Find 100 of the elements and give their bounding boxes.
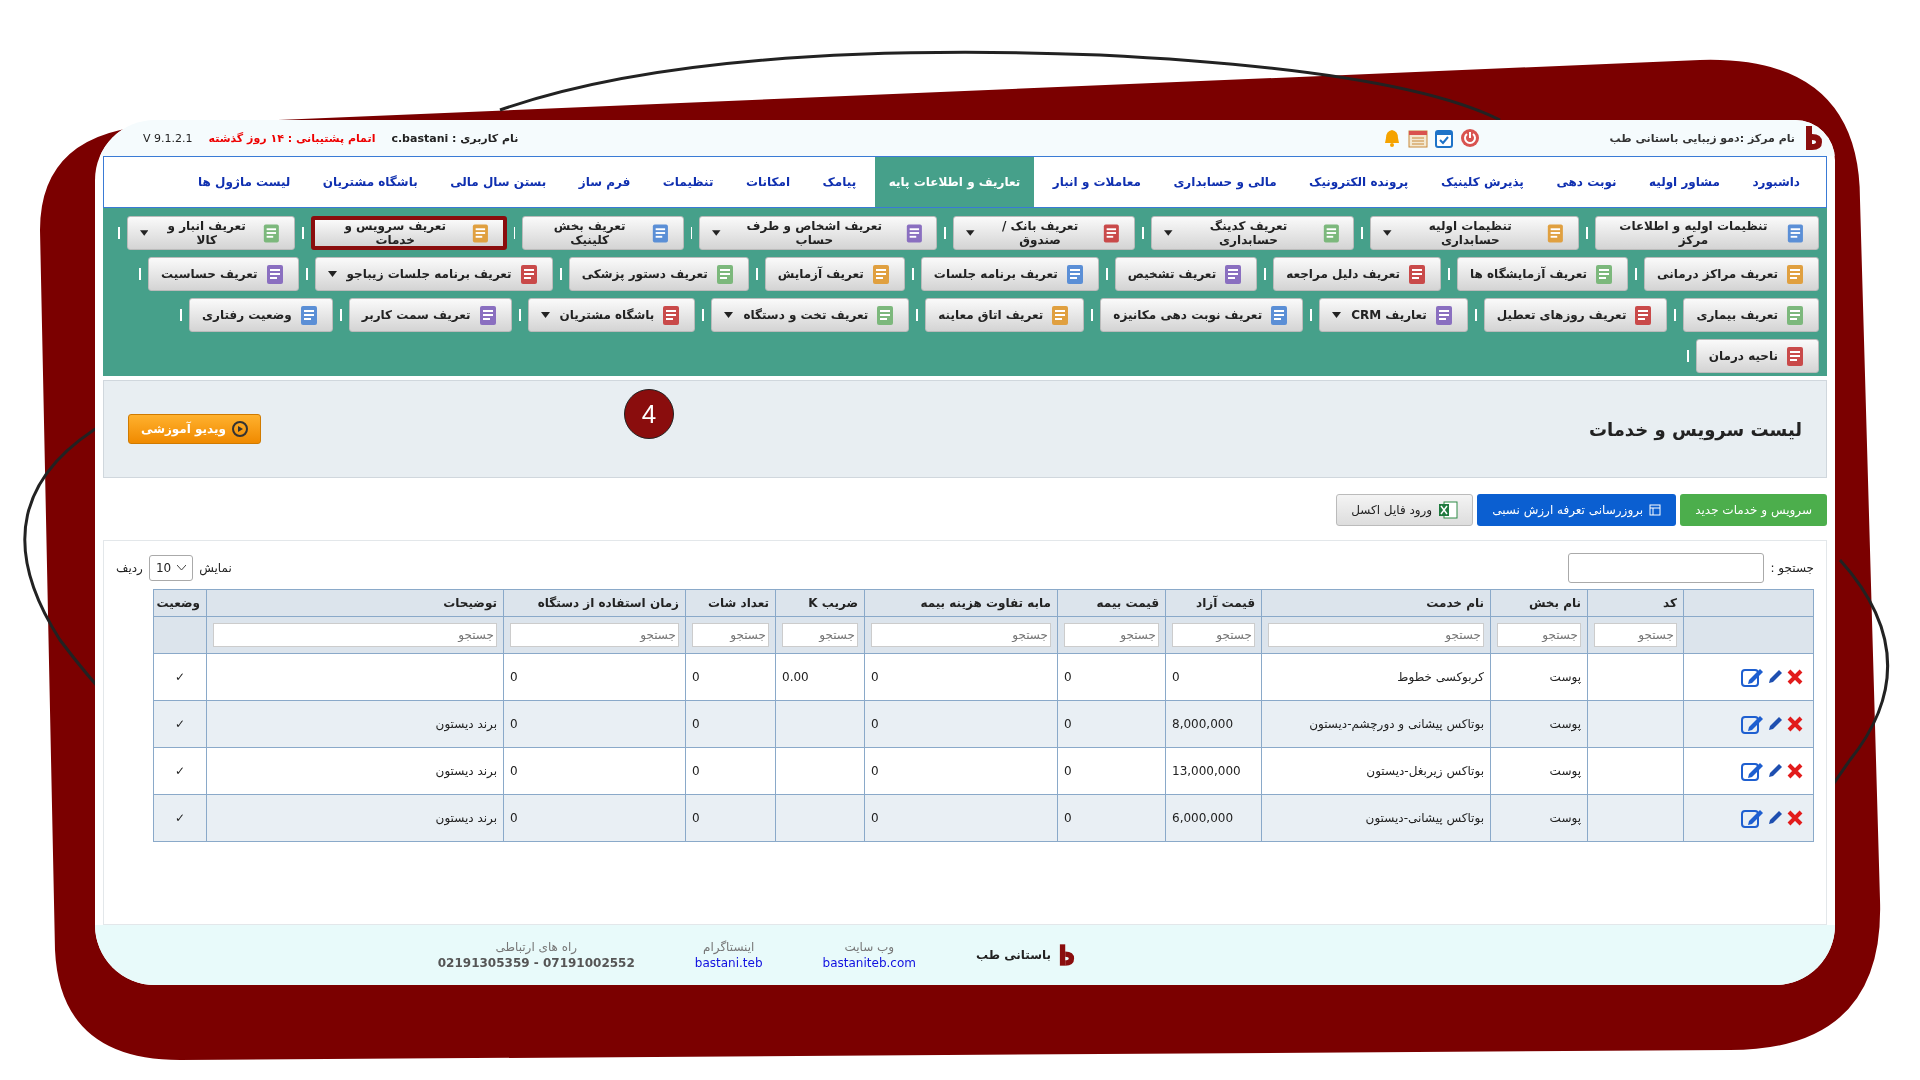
toolbar-button[interactable]: تنظیمات اولیه حسابداری xyxy=(1370,216,1579,250)
column-header[interactable]: نام خدمت xyxy=(1261,589,1491,617)
delete-icon[interactable] xyxy=(1786,762,1804,780)
table-cell: بوتاکس پیشانی-دیستون xyxy=(1365,811,1484,825)
edit-icon[interactable] xyxy=(1740,760,1764,782)
toolbar-button[interactable]: باشگاه مشتریان xyxy=(527,298,696,332)
toolbar-button[interactable]: تعریف سمت کاربر xyxy=(348,298,512,332)
calendar-icon[interactable] xyxy=(1407,128,1428,148)
column-header[interactable]: توضیحات xyxy=(206,589,504,617)
toolbar-button[interactable]: تعریف سرویس و خدمات xyxy=(310,216,507,250)
filter-field[interactable]: جستجو xyxy=(871,623,1051,647)
toolbar-button[interactable]: وضعیت رفتاری xyxy=(189,298,333,332)
pencil-icon[interactable] xyxy=(1767,763,1783,779)
delete-icon[interactable] xyxy=(1786,809,1804,827)
toolbar-button[interactable]: تعریف دلیل مراجعه xyxy=(1273,257,1442,291)
nav-tab[interactable]: پذیرش کلینیک xyxy=(1426,157,1538,207)
column-header[interactable]: کد xyxy=(1587,589,1684,617)
table-cell: 0 xyxy=(510,811,518,825)
chevron-icon xyxy=(177,565,187,571)
toolbar-button[interactable]: تعریف دستور پزشکی xyxy=(568,257,749,291)
toolbar-button[interactable]: تعریف کدینگ حسابداری xyxy=(1151,216,1355,250)
action-button[interactable]: ورود فایل اکسل xyxy=(1336,494,1474,526)
column-header[interactable]: ضریب K xyxy=(775,589,865,617)
toolbar-button[interactable]: تعریف اشخاص و طرف حساب xyxy=(699,216,938,250)
toolbar-button[interactable]: تعریف برنامه جلسات زیباجو xyxy=(314,257,553,291)
filter-field[interactable]: جستجو xyxy=(1172,623,1255,647)
filter-field[interactable]: جستجو xyxy=(782,623,858,647)
edit-icon[interactable] xyxy=(1740,713,1764,735)
contact-label: راه های ارتباطی xyxy=(495,940,578,954)
edit-icon[interactable] xyxy=(1740,666,1764,688)
user-name: نام کاربری : c.bastani xyxy=(391,131,519,145)
table-cell: 0 xyxy=(692,764,700,778)
filter-field[interactable]: جستجو xyxy=(213,623,497,647)
instagram-link[interactable]: bastani.teb xyxy=(694,956,763,970)
nav-tab[interactable]: پرونده الکترونیک xyxy=(1295,157,1423,207)
nav-tab[interactable]: فرم ساز xyxy=(564,157,645,207)
nav-tab[interactable]: نوبت دهی xyxy=(1542,157,1631,207)
toolbar-button[interactable]: تعاریف CRM xyxy=(1319,298,1468,332)
filter-field[interactable]: جستجو xyxy=(1268,623,1484,647)
toolbar-button[interactable]: تعریف تخت و دستگاه xyxy=(711,298,910,332)
toolbar-button[interactable]: تعریف مراکز درمانی xyxy=(1644,257,1819,291)
toolbar-button[interactable]: تعریف حساسیت xyxy=(148,257,299,291)
toolbar-button[interactable]: تعریف بخش کلینیک xyxy=(522,216,684,250)
nav-tab[interactable]: مشاور اولیه xyxy=(1634,157,1734,207)
column-header[interactable]: قیمت بیمه xyxy=(1057,589,1166,617)
toolbar-button[interactable]: تعریف بانک /صندوق xyxy=(953,216,1136,250)
toolbar-button[interactable]: تعریف روزهای تعطیل xyxy=(1483,298,1668,332)
toolbar-button[interactable]: تعریف برنامه جلسات xyxy=(920,257,1099,291)
toolbar-button[interactable]: ناحیه درمان xyxy=(1695,339,1819,373)
table-cell: 8,000,000 xyxy=(1172,717,1234,731)
column-header[interactable]: تعداد شات xyxy=(685,589,776,617)
column-header[interactable]: قیمت آزاد xyxy=(1165,589,1262,617)
nav-tab[interactable]: پیامک xyxy=(808,157,871,207)
logo-icon xyxy=(1059,944,1075,966)
toolbar-button[interactable]: تعریف نوبت دهی مکانیزه xyxy=(1100,298,1304,332)
column-header[interactable]: وضعیت xyxy=(153,589,207,617)
delete-icon[interactable] xyxy=(1786,715,1804,733)
table-cell: ✓ xyxy=(174,811,186,825)
table-cell: بوتاکس زیربغل-دیستون xyxy=(1366,764,1484,778)
filter-field[interactable]: جستجو xyxy=(1594,623,1677,647)
toolbar-button[interactable]: تعریف اتاق معاینه xyxy=(925,298,1085,332)
toolbar-button[interactable]: تعریف تشخیص xyxy=(1114,257,1258,291)
nav-tab[interactable]: امکانات xyxy=(731,157,805,207)
filter-field[interactable]: جستجو xyxy=(692,623,769,647)
nav-tab[interactable]: بستن سال مالی xyxy=(436,157,561,207)
pencil-icon[interactable] xyxy=(1767,810,1783,826)
table-cell: 0 xyxy=(1172,670,1180,684)
table-cell: 0 xyxy=(1064,764,1072,778)
nav-tab[interactable]: لیست ماژول ها xyxy=(184,157,305,207)
document-icon xyxy=(1545,222,1566,244)
website-link[interactable]: bastaniteb.com xyxy=(822,956,916,970)
nav-tab[interactable]: مالی و حسابداری xyxy=(1159,157,1291,207)
toolbar-button[interactable]: تعریف بیماری xyxy=(1683,298,1819,332)
toolbar-button[interactable]: تعریف آزمایشگاه ها xyxy=(1457,257,1628,291)
edit-icon[interactable] xyxy=(1740,807,1764,829)
column-header[interactable]: مابه تفاوت هزینه بیمه xyxy=(864,589,1058,617)
power-icon[interactable] xyxy=(1459,128,1480,148)
table-cell: ✓ xyxy=(174,764,186,778)
action-button[interactable]: بروزرسانی تعرفه ارزش نسبی xyxy=(1477,494,1677,526)
pencil-icon[interactable] xyxy=(1767,669,1783,685)
search-field[interactable] xyxy=(1568,553,1765,583)
delete-icon[interactable] xyxy=(1786,668,1804,686)
column-header[interactable]: نام بخش xyxy=(1490,589,1588,617)
nav-tab[interactable]: باشگاه مشتریان xyxy=(308,157,432,207)
document-icon xyxy=(1784,345,1806,367)
nav-tab[interactable]: تنظیمات xyxy=(648,157,728,207)
nav-tab[interactable]: معاملات و انبار xyxy=(1038,157,1155,207)
pencil-icon[interactable] xyxy=(1767,716,1783,732)
column-header[interactable]: زمان استفاده از دستگاه xyxy=(503,589,686,617)
table-cell: 0 xyxy=(510,717,518,731)
toolbar-button[interactable]: تعریف انبار و کالا xyxy=(126,216,295,250)
filter-field[interactable]: جستجو xyxy=(510,623,679,647)
toolbar-button[interactable]: تعریف آزمایش xyxy=(764,257,905,291)
toolbar-button[interactable]: تنظیمات اولیه و اطلاعات مرکز xyxy=(1594,216,1819,250)
calendar-check-icon[interactable] xyxy=(1433,128,1454,148)
table-cell: پوست xyxy=(1549,670,1581,684)
nav-tab[interactable]: داشبورد xyxy=(1738,157,1814,207)
page-size-select[interactable]: 10 xyxy=(148,555,194,581)
filter-field[interactable]: جستجو xyxy=(1064,623,1159,647)
filter-field[interactable]: جستجو xyxy=(1497,623,1581,647)
